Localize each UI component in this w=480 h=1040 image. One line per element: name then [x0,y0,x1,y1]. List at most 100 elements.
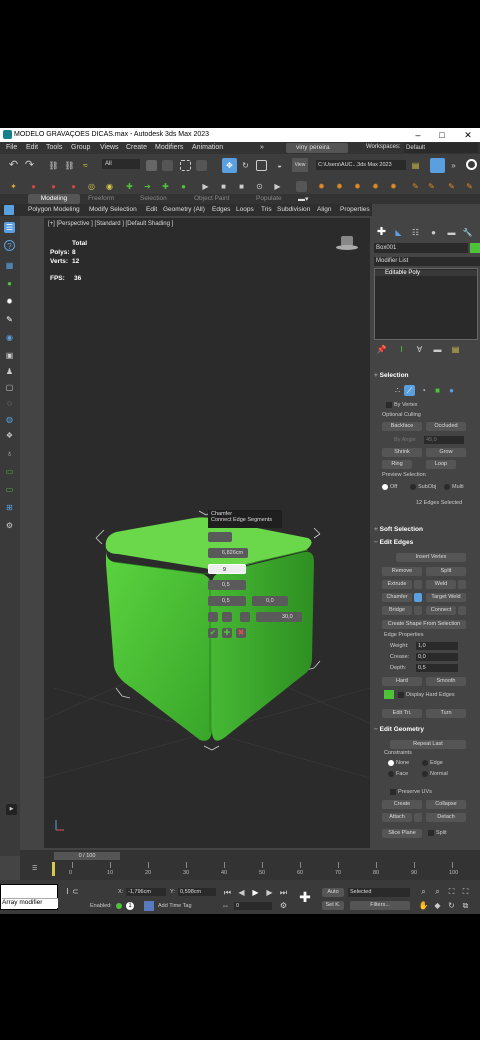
edit-tri-button[interactable]: Edit Tri. [382,709,422,718]
ribbon-geometry-all[interactable]: Geometry (All) [163,206,205,213]
render-setup-icon[interactable] [466,159,477,170]
unlink-icon[interactable]: ⛓ [64,160,75,171]
user-menu[interactable]: viny pereira [286,143,348,153]
tab-modeling[interactable]: Modeling [28,194,80,204]
repeat-last-button[interactable]: Repeat Last [390,740,466,749]
orbit-view-icon[interactable]: ↻ [446,900,457,911]
menu-file[interactable]: File [6,144,17,151]
select-by-name-icon[interactable] [162,160,173,171]
mirror-icon[interactable]: ◉ [104,181,115,192]
percent-snap-icon[interactable]: ● [48,181,59,192]
chamfer-invert-icon[interactable] [222,612,232,622]
stack-item-editable-poly[interactable]: Editable Poly [375,270,477,276]
attach-button[interactable]: Attach [382,813,412,822]
minimize-icon[interactable]: – [408,129,428,141]
scale-icon[interactable] [256,160,267,171]
timeline-menu-icon[interactable]: ☰ [32,865,37,872]
border-mode-icon[interactable]: ◔ [418,385,429,396]
maximize-icon[interactable]: □ [432,129,452,141]
snap-icon[interactable]: ✦ [8,181,19,192]
link-icon[interactable]: ⛓ [48,160,59,171]
chamfer-field-b[interactable]: 0,0 [252,596,288,606]
render-preset-icon[interactable]: ✎ [446,181,457,192]
modify-tab-icon[interactable]: ◣ [393,227,404,238]
selection-rollout-header[interactable]: + Selection [374,372,480,382]
align-icon[interactable]: ✚ [124,181,135,192]
key-filters-button[interactable]: Filters... [350,901,410,910]
turn-button[interactable]: Turn [426,709,466,718]
bind-spacewarp-icon[interactable]: ≈ [80,160,91,171]
backface-button[interactable]: Backface [382,422,422,431]
bulb-icon[interactable]: ♁ [4,448,15,459]
region-select-icon[interactable] [180,160,191,171]
make-unique-icon[interactable]: ∀ [414,344,425,355]
weight-spinner[interactable]: 1,0 [416,642,458,650]
split-edge-button[interactable]: Split [426,567,466,576]
connect-settings-button[interactable] [458,606,466,615]
hierarchy-tab-icon[interactable]: ☷ [410,227,421,238]
goto-end-icon[interactable]: ⏭ [278,887,289,898]
rotate-icon[interactable]: ↻ [240,160,251,171]
project-folder-icon[interactable]: ▤ [410,160,421,171]
time-tag-icon[interactable] [144,901,154,911]
prev-frame-icon[interactable]: ◀ [236,887,247,898]
ribbon-edit[interactable]: Edit [146,206,157,213]
time-slider[interactable]: 0 / 100 [54,852,120,860]
extrude-button[interactable]: Extrude [382,580,412,589]
menu-animation[interactable]: Animation [192,144,223,151]
set-key-button[interactable]: Set K. [322,901,344,910]
chamfer-angle-field[interactable]: 30,0 [256,612,302,622]
ribbon-loops[interactable]: Loops [236,206,254,213]
utilities-tab-icon[interactable]: 🔧 [462,227,473,238]
menu-tools[interactable]: Tools [46,144,62,151]
chamfer-settings-button[interactable] [414,593,422,602]
scene-explorer-toggle-icon[interactable]: ☰ [4,222,15,233]
reference-coord-system[interactable]: View [292,158,308,172]
key-filter-dropdown[interactable]: Selected [348,888,410,897]
auto-key-button[interactable]: Auto [322,888,344,897]
pin-stack-icon[interactable]: 📌 [376,344,387,355]
tab-object-paint[interactable]: Object Paint [194,195,229,202]
polygon-mode-icon[interactable]: ■ [432,385,443,396]
show-end-result-icon[interactable]: Ⅰ [396,344,407,355]
render-online-icon[interactable]: ✎ [426,181,437,192]
info-icon[interactable]: 1 [126,902,134,910]
material-editor-icon[interactable] [296,181,307,192]
preview-multi-radio[interactable] [444,484,450,490]
create-button[interactable]: Create [382,800,422,809]
object-name-field[interactable]: Box001 [374,243,468,253]
globe-icon[interactable]: ◍ [4,414,15,425]
chamfer-button[interactable]: Chamfer [382,593,412,602]
chamfer-cancel-icon[interactable]: ✖ [236,628,246,638]
render-message-icon[interactable]: ✎ [410,181,421,192]
constraint-edge-radio[interactable] [422,760,428,766]
configure-sets-icon[interactable]: ▤ [450,344,461,355]
ribbon-toggle-icon[interactable] [4,205,14,215]
attach-settings-button[interactable] [414,813,422,822]
edit-geometry-rollout-header[interactable]: − Edit Geometry [374,726,480,736]
render-production-icon[interactable]: ✹ [334,181,345,192]
collapse-button[interactable]: Collapse [426,800,466,809]
chamfer-ok-icon[interactable]: ✔ [208,628,218,638]
remove-edge-button[interactable]: Remove [382,567,422,576]
key-mode-icon[interactable]: ⇔ [220,900,231,911]
ribbon-subdivision[interactable]: Subdivision [277,206,310,213]
play-icon[interactable]: ▶ [200,181,211,192]
camera-icon[interactable]: ▢ [4,382,15,393]
next-frame-icon[interactable]: ▶ [264,887,275,898]
hard-edge-color-swatch[interactable] [384,690,394,699]
sun-icon[interactable]: ✹ [4,296,15,307]
by-angle-label[interactable]: By Angle [394,437,416,443]
zoom-icon[interactable]: ⌕ [418,886,429,897]
ribbon-edges[interactable]: Edges [212,206,230,213]
x-coord-field[interactable]: -1,796cm [126,888,166,896]
record-icon[interactable]: ⊙ [254,181,265,192]
box-icon[interactable]: ▣ [4,350,15,361]
zoom-extents-all-icon[interactable]: ⛶ [460,886,471,897]
more-menus-icon[interactable]: » [260,144,264,151]
goto-start-icon[interactable]: ⏮ [222,887,233,898]
add-key-icon[interactable]: ✚ [296,888,314,906]
bridge-button[interactable]: Bridge [382,606,412,615]
current-frame-marker[interactable] [52,862,55,876]
weld-settings-button[interactable] [458,580,466,589]
